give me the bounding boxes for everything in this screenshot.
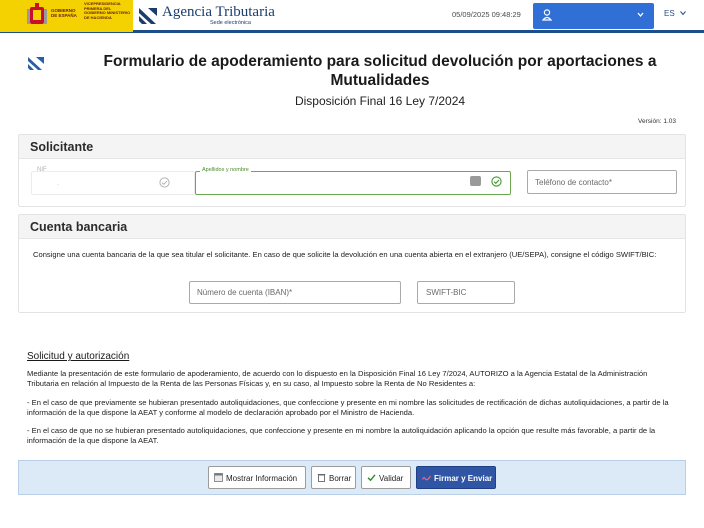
- page-subtitle: Disposición Final 16 Ley 7/2024: [294, 94, 466, 108]
- agency-logo-icon[interactable]: [136, 4, 160, 28]
- nif-label: NIF: [37, 167, 47, 173]
- user-icon: [542, 9, 552, 21]
- form-version: Versión: 1.03: [638, 118, 676, 125]
- bank-instructions: Consigne una cuenta bancaria de la que s…: [33, 250, 657, 259]
- agency-subtitle: Sede electrónica: [210, 20, 251, 26]
- name-field[interactable]: [195, 171, 511, 195]
- page-title: Formulario de apoderamiento para solicit…: [103, 53, 657, 89]
- sign-send-button[interactable]: Firmar y Enviar: [416, 466, 496, 489]
- swift-placeholder: SWIFT-BIC: [426, 288, 467, 297]
- government-label: GOBIERNO DE ESPAÑA: [51, 8, 77, 18]
- coat-of-arms-icon: [27, 3, 47, 24]
- agency-logo-icon: [28, 57, 44, 70]
- authorization-text: Mediante la presentación de este formula…: [27, 369, 648, 388]
- check-icon: [367, 474, 376, 482]
- section-heading: Solicitante: [19, 135, 685, 159]
- trash-icon: [317, 474, 326, 482]
- ministry-label: VICEPRESIDENCIA PRIMERA DEL GOBIERNO MIN…: [84, 1, 131, 20]
- government-logo[interactable]: GOBIERNO DE ESPAÑA VICEPRESIDENCIA PRIME…: [0, 0, 133, 32]
- chevron-down-icon[interactable]: [680, 10, 686, 16]
- solicitante-panel: Solicitante NIF . Apellidos y nombre Tel…: [18, 134, 686, 207]
- show-info-button[interactable]: Mostrar Información: [208, 466, 306, 489]
- iban-placeholder: Número de cuenta (IBAN)*: [197, 288, 293, 297]
- contact-card-icon[interactable]: [470, 176, 481, 186]
- top-header: GOBIERNO DE ESPAÑA VICEPRESIDENCIA PRIME…: [0, 0, 704, 33]
- check-circle-icon: [491, 176, 502, 187]
- authorization-heading: Solicitud y autorización: [27, 351, 130, 362]
- agency-name: Agencia Tributaria: [162, 4, 275, 20]
- language-selector[interactable]: ES: [664, 9, 675, 18]
- name-label: Apellidos y nombre: [200, 167, 251, 173]
- authorization-clause: - En el caso de que no se hubieran prese…: [27, 426, 656, 445]
- signature-icon: [422, 475, 431, 481]
- validate-button[interactable]: Validar: [361, 466, 411, 489]
- session-datetime: 05/09/2025 09:48:29: [452, 10, 521, 19]
- action-bar: Mostrar Información Borrar Validar Firma…: [18, 460, 686, 495]
- section-heading: Cuenta bancaria: [19, 215, 685, 239]
- phone-placeholder: Teléfono de contacto*: [535, 178, 612, 187]
- delete-button[interactable]: Borrar: [311, 466, 356, 489]
- chevron-down-icon: [637, 12, 644, 18]
- bank-account-panel: Cuenta bancaria Consigne una cuenta banc…: [18, 214, 686, 313]
- authorization-clause: - En el caso de que previamente se hubie…: [27, 398, 669, 417]
- show-info-label: Mostrar Información: [226, 474, 298, 483]
- user-menu-button[interactable]: [533, 3, 654, 29]
- nif-value: .: [57, 180, 59, 187]
- info-window-icon: [214, 473, 223, 482]
- delete-label: Borrar: [329, 474, 352, 483]
- nif-field[interactable]: [31, 171, 195, 195]
- sign-send-label: Firmar y Enviar: [434, 474, 493, 483]
- check-circle-icon: [159, 177, 170, 188]
- validate-label: Validar: [379, 474, 404, 483]
